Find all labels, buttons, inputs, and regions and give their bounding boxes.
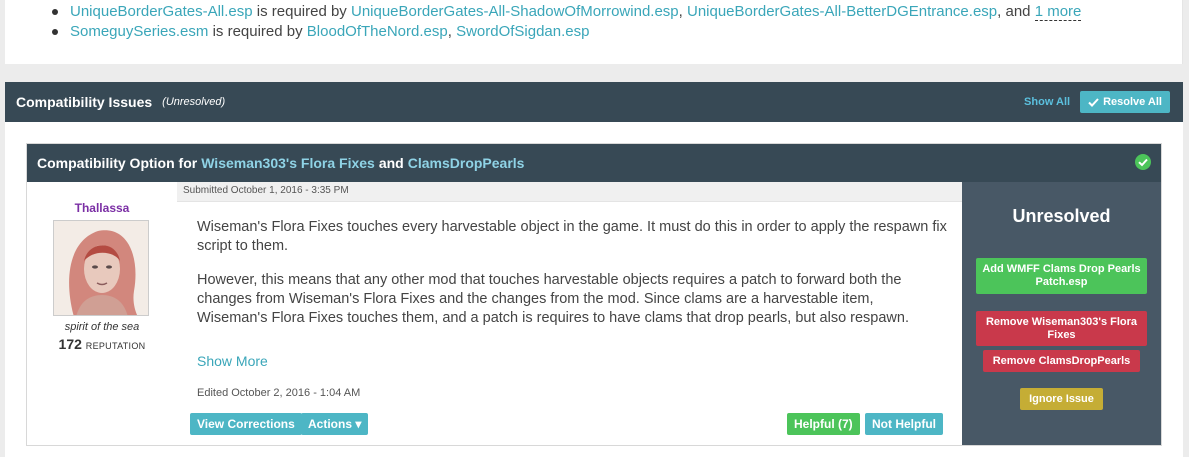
add-patch-button[interactable]: Add WMFF Clams Drop Pearls Patch.esp [976, 258, 1147, 294]
ignore-issue-button[interactable]: Ignore Issue [1020, 388, 1103, 410]
compatibility-issues-panel: Compatibility Issues (Unresolved) Show A… [5, 82, 1183, 457]
requirements-card: UniqueBorderGates-All.esp is required by… [5, 0, 1183, 64]
post-content: Submitted October 1, 2016 - 3:35 PM Wise… [177, 182, 962, 445]
author-panel: Thallassa spirit of the sea 172 REPUTATI… [27, 182, 177, 445]
issues-title: Compatibility Issues [16, 94, 153, 110]
not-helpful-button[interactable]: Not Helpful [865, 413, 943, 435]
dependent-link[interactable]: UniqueBorderGates-All-ShadowOfMorrowind.… [351, 3, 679, 20]
author-title: spirit of the sea [64, 321, 140, 333]
submitted-date: Submitted October 1, 2016 - 3:35 PM [177, 182, 962, 202]
requirements-list: UniqueBorderGates-All.esp is required by… [52, 2, 1082, 42]
requirement-item: UniqueBorderGates-All.esp is required by… [52, 2, 1082, 22]
post-paragraph: Wiseman's Flora Fixes touches every harv… [197, 219, 947, 254]
remove-mod-b-button[interactable]: Remove ClamsDropPearls [983, 350, 1140, 372]
edited-date: Edited October 2, 2016 - 1:04 AM [197, 387, 361, 399]
show-more-link[interactable]: Show More [197, 353, 268, 369]
and-text: , and [997, 3, 1031, 20]
actions-button[interactable]: Actions ▾ [301, 413, 369, 435]
mod-b-link[interactable]: ClamsDropPearls [408, 155, 525, 171]
author-reputation: 172 REPUTATION [27, 336, 177, 352]
resolution-status: Unresolved [1012, 206, 1111, 226]
dependent-link[interactable]: UniqueBorderGates-All-BetterDGEntrance.e… [687, 3, 997, 20]
compatibility-option: Compatibility Option for Wiseman303's Fl… [26, 143, 1162, 446]
post-body: Wiseman's Flora Fixes touches every harv… [197, 218, 947, 343]
actions-label: Actions [308, 417, 353, 431]
option-prefix: Compatibility Option for [37, 155, 198, 171]
reputation-value: 172 [58, 336, 82, 352]
check-icon [1088, 97, 1099, 107]
mod-a-link[interactable]: Wiseman303's Flora Fixes [201, 155, 375, 171]
post-paragraph: However, this means that any other mod t… [197, 272, 909, 326]
option-header: Compatibility Option for Wiseman303's Fl… [27, 144, 1161, 182]
plugin-link[interactable]: UniqueBorderGates-All.esp [70, 3, 253, 20]
remove-mod-a-button[interactable]: Remove Wiseman303's Flora Fixes [976, 311, 1147, 346]
option-joiner: and [378, 155, 404, 171]
show-all-link[interactable]: Show All [1024, 96, 1070, 108]
helpful-button[interactable]: Helpful (7) [787, 413, 860, 435]
issues-status: (Unresolved) [162, 96, 226, 108]
plugin-link[interactable]: SomeguySeries.esm [70, 23, 208, 40]
view-corrections-button[interactable]: View Corrections [190, 413, 302, 435]
avatar[interactable] [53, 220, 149, 316]
dependent-link[interactable]: BloodOfTheNord.esp [307, 23, 448, 40]
more-link[interactable]: 1 more [1034, 3, 1082, 21]
caret-down-icon: ▾ [355, 417, 362, 431]
reputation-label: REPUTATION [85, 341, 146, 351]
resolve-all-label: Resolve All [1103, 96, 1162, 108]
dependent-link[interactable]: SwordOfSigdan.esp [456, 23, 589, 40]
check-circle-icon [1135, 153, 1151, 173]
requirement-connector: is required by [256, 3, 347, 20]
resolve-all-button[interactable]: Resolve All [1080, 91, 1170, 113]
resolution-panel: Unresolved Add WMFF Clams Drop Pearls Pa… [962, 182, 1161, 445]
issues-header: Compatibility Issues (Unresolved) Show A… [5, 82, 1183, 122]
requirement-item: SomeguySeries.esm is required by BloodOf… [52, 22, 1081, 42]
author-name[interactable]: Thallassa [27, 201, 177, 215]
requirement-connector: is required by [212, 23, 303, 40]
